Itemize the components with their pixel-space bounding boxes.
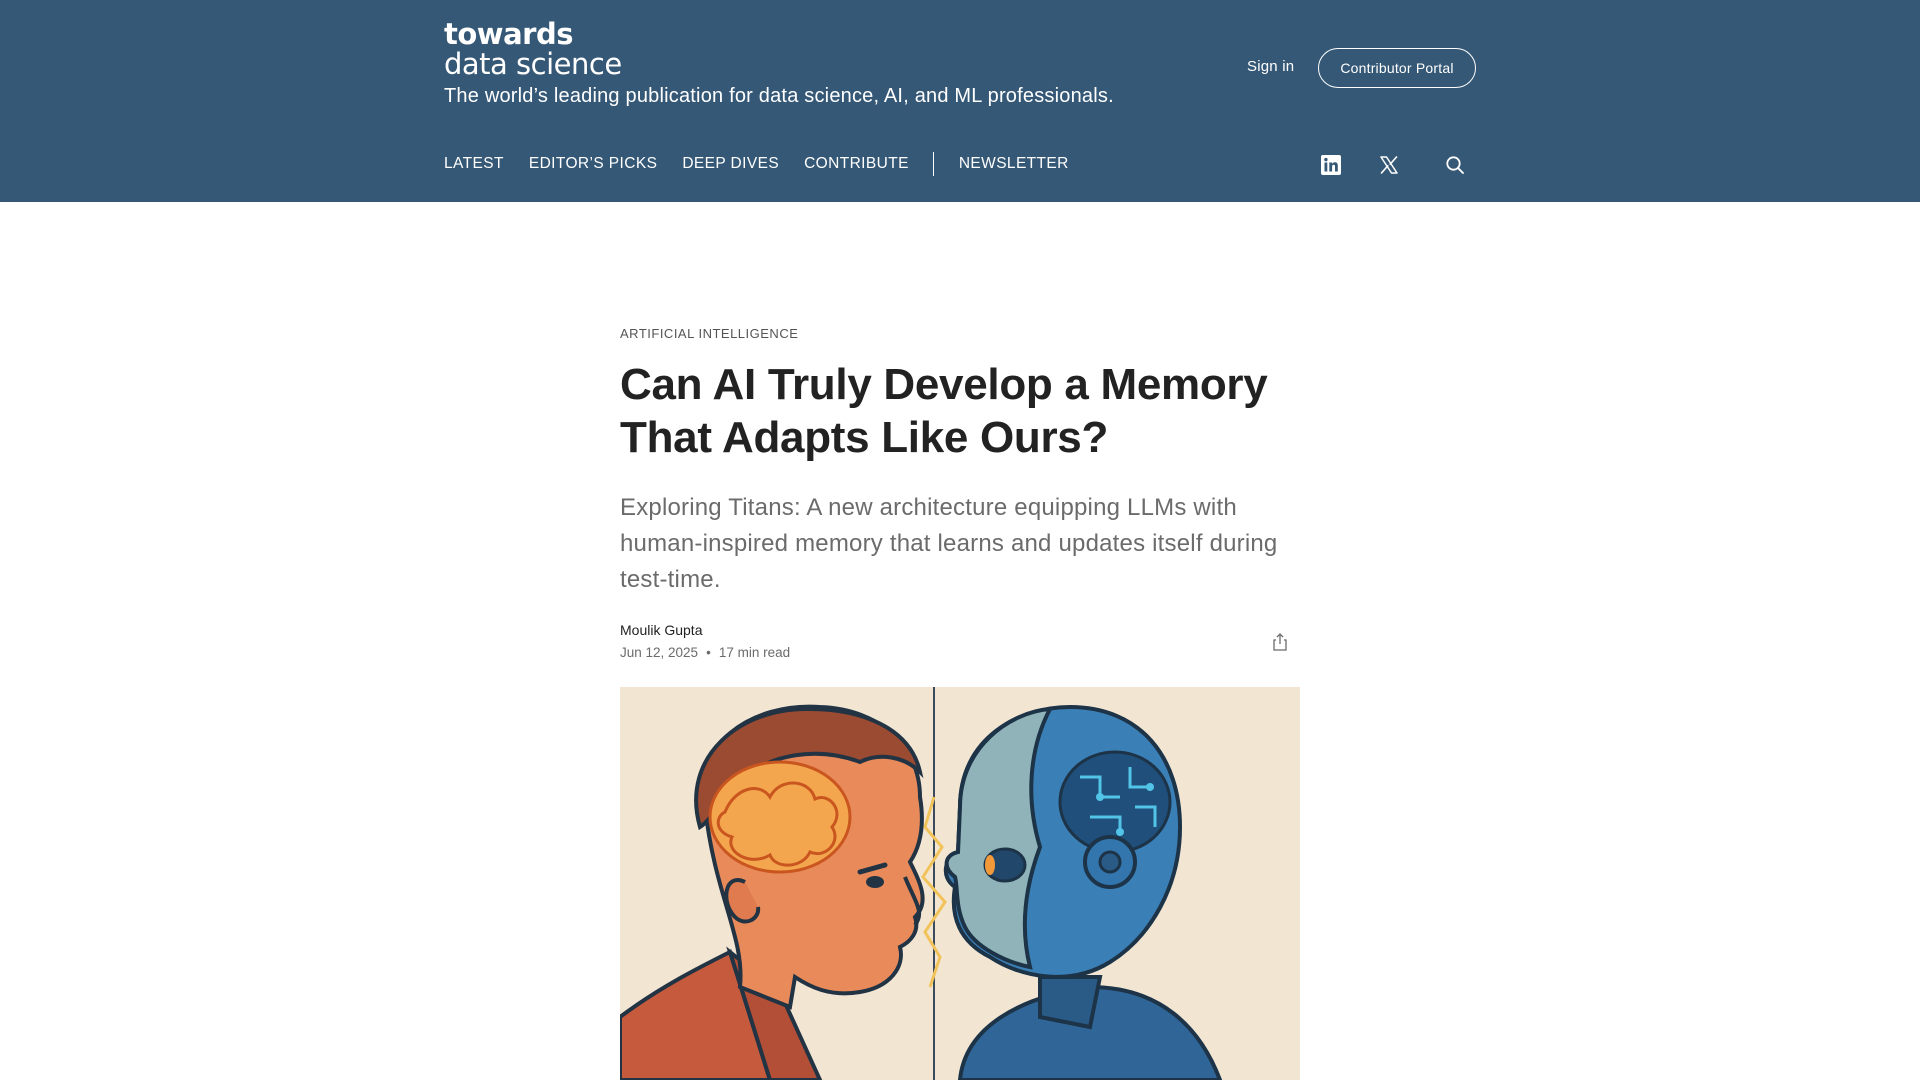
x-icon[interactable]	[1377, 153, 1401, 177]
sign-in-link[interactable]: Sign in	[1247, 58, 1294, 75]
site-header: towards data science The world’s leading…	[0, 0, 1920, 202]
nav-editors-picks[interactable]: EDITOR’S PICKS	[529, 155, 657, 173]
article-category[interactable]: ARTIFICIAL INTELLIGENCE	[620, 326, 798, 341]
logo-line-2: data science	[444, 47, 622, 81]
contributor-portal-button[interactable]: Contributor Portal	[1318, 48, 1476, 88]
site-logo[interactable]: towards data science	[444, 20, 622, 79]
nav-contribute[interactable]: CONTRIBUTE	[804, 155, 909, 173]
nav-latest[interactable]: LATEST	[444, 155, 504, 173]
author-name[interactable]: Moulik Gupta	[620, 622, 702, 638]
linkedin-icon[interactable]	[1319, 153, 1343, 177]
read-time: 17 min read	[718, 645, 791, 660]
article-title: Can AI Truly Develop a Memory That Adapt…	[620, 360, 1268, 462]
hero-image	[620, 687, 1300, 1080]
search-icon[interactable]	[1443, 153, 1467, 177]
article-subtitle: Exploring Titans: A new architecture equ…	[620, 494, 1278, 593]
nav-divider	[932, 152, 934, 176]
meta-separator: •	[706, 645, 711, 660]
article-meta: Jun 12, 2025 • 17 min read	[620, 645, 790, 660]
nav-newsletter[interactable]: NEWSLETTER	[959, 155, 1069, 173]
publish-date: Jun 12, 2025	[620, 645, 699, 660]
share-icon[interactable]	[1270, 631, 1290, 653]
site-tagline: The world’s leading publication for data…	[444, 85, 1114, 107]
logo-line-1: towards	[444, 17, 573, 51]
nav-deep-dives[interactable]: DEEP DIVES	[682, 155, 779, 173]
main-nav: LATEST EDITOR’S PICKS DEEP DIVES CONTRIB…	[444, 152, 1094, 176]
